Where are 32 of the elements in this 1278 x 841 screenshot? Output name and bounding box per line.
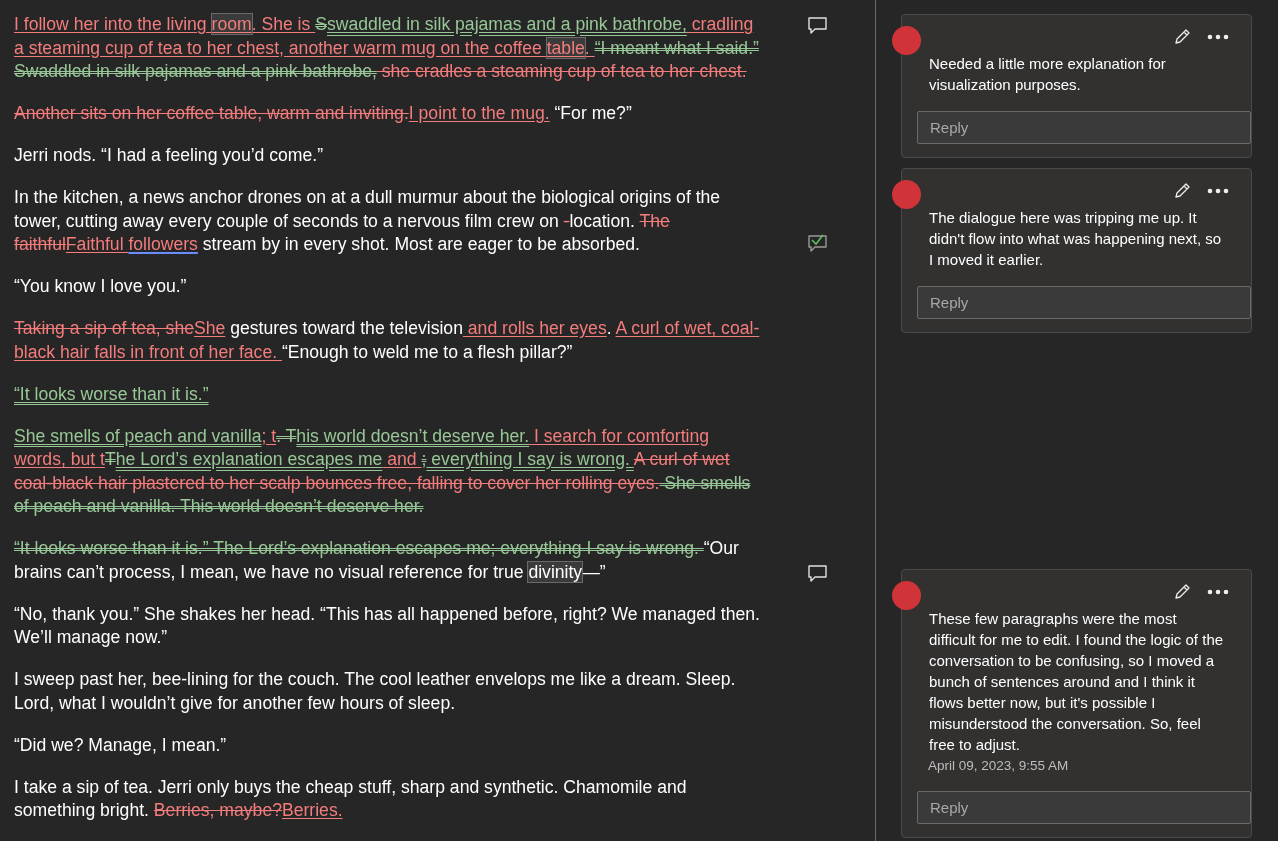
edit-icon[interactable] bbox=[1173, 583, 1191, 601]
avatar bbox=[892, 581, 921, 610]
paragraph: In the kitchen, a news anchor drones on at a dull murmur about the biological origins of the tower, cutting away every couple of seconds to a nervous film crew on -location. The faithfulFaithful followers stream by in every shot. Most are eager to be absorbed. bbox=[14, 186, 722, 256]
paragraph: I follow her into the living room. She is Sswaddled in silk pajamas and a pink bathrobe, cradling a steaming cup of tea to her chest, another warm mug on the coffee table. “I meant what I said.” Swaddled in silk pajamas and a pink bathrobe, she cradles a steaming cup of tea to her chest. bbox=[14, 13, 760, 83]
paragraph: “Did we? Manage, I mean.” bbox=[14, 733, 228, 757]
more-icon[interactable] bbox=[1207, 188, 1229, 194]
resolved-comment-icon[interactable] bbox=[807, 233, 829, 253]
reply-field[interactable]: Reply bbox=[917, 791, 1251, 824]
more-icon[interactable] bbox=[1207, 34, 1229, 40]
reply-field[interactable]: Reply bbox=[917, 111, 1251, 144]
paragraph: I take a sip of tea. Jerri only buys the cheap stuff, sharp and synthetic. Chamomile and something bright. Berries, maybe?Berries. bbox=[14, 775, 688, 822]
paragraph: She smells of peach and vanilla; t. This world doesn’t deserve her. I search for comforting words, but tThe Lord’s explanation escapes me and ; everything I say is wrong. A curl of wet coal-black hair plastered to her scalp bounces free, falling to cover her rolling eyes. She smells of peach and vanilla. This world doesn’t deserve her. bbox=[14, 424, 752, 518]
paragraph: “It looks worse than it is.” The Lord’s explanation escapes me; everything I say is wrong. “Our brains can’t process, I mean, we have no visual reference for true divinity—” bbox=[14, 537, 740, 584]
comment-icon[interactable] bbox=[807, 563, 829, 583]
comment-icon[interactable] bbox=[807, 15, 829, 35]
paragraph: Taking a sip of tea, sheShe gestures toward the television and rolls her eyes. A curl of wet, coal-black hair falls in front of her face. “Enough to weld me to a flesh pillar?” bbox=[14, 317, 760, 364]
paragraph: Jerri nods. “I had a feeling you’d come.” bbox=[14, 144, 325, 167]
paragraph: I sweep past her, bee-lining for the couch. The cool leather envelops me like a dream. Sleep. Lord, what I wouldn’t give for another few hours of sleep. bbox=[14, 668, 737, 715]
reply-field[interactable]: Reply bbox=[917, 286, 1251, 319]
comment-text: These few paragraphs were the most difficult for me to edit. I found the logic of the conversation to be confusing, so I moved a bunch of sentences around and I think it flows better now, but it's possible I misunderstood the conversation. So, feel free to adjust. bbox=[928, 609, 1225, 755]
paragraph: Another sits on her coffee table, warm and inviting.I point to the mug. “For me?” bbox=[14, 102, 633, 125]
edit-icon[interactable] bbox=[1173, 182, 1191, 200]
more-icon[interactable] bbox=[1207, 589, 1229, 595]
comment-text: Needed a little more explanation for visualization purposes. bbox=[928, 54, 1167, 95]
edit-icon[interactable] bbox=[1173, 28, 1191, 46]
comment-text: The dialogue here was tripping me up. It didn't flow into what was happening next, so I moved it earlier. bbox=[928, 208, 1223, 270]
avatar bbox=[892, 180, 921, 209]
paragraph: “No, thank you.” She shakes her head. “This has all happened before, right? We managed then. We’ll manage now.” bbox=[14, 602, 760, 649]
paragraph: “It looks worse than it is.” bbox=[14, 382, 210, 406]
paragraph: “You know I love you.” bbox=[14, 275, 188, 298]
comment-timestamp: April 09, 2023, 9:55 AM bbox=[927, 757, 1070, 773]
avatar bbox=[892, 26, 921, 55]
